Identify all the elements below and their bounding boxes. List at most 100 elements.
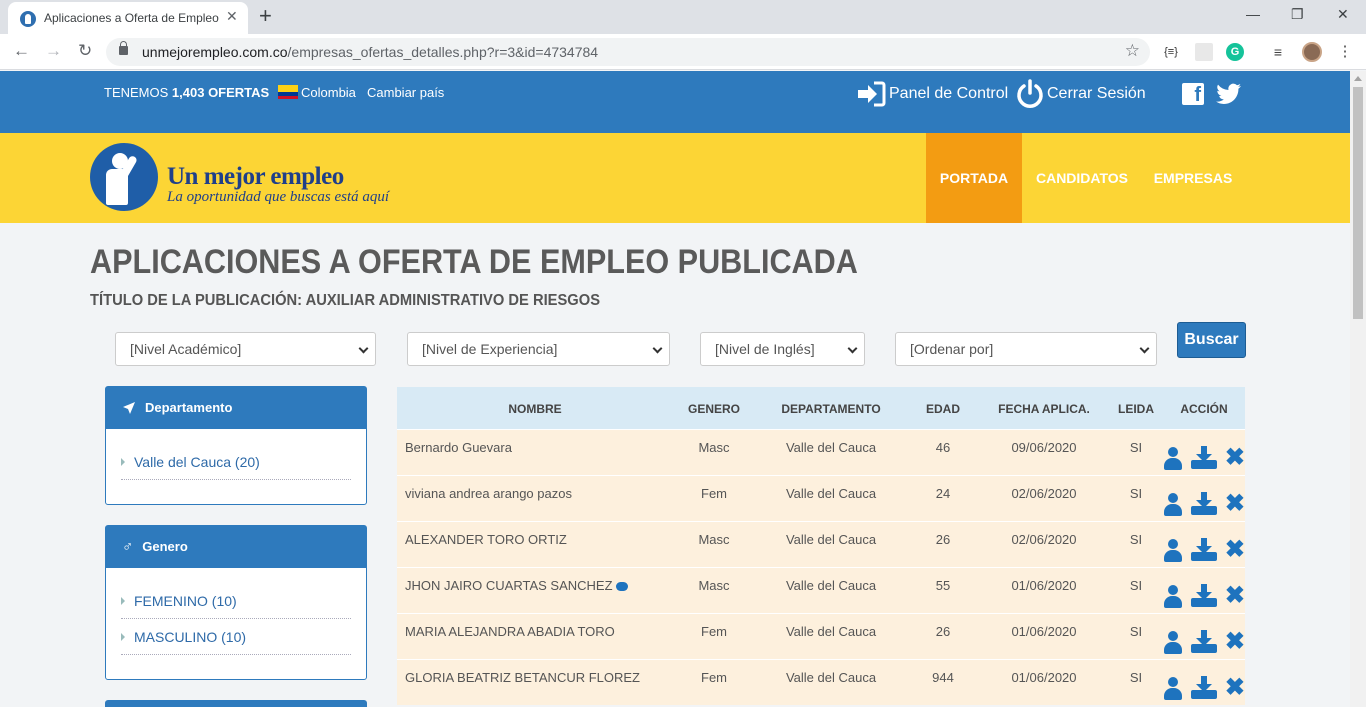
cell-date: 02/06/2020 <box>1011 486 1077 501</box>
academic-level-select[interactable]: [Nivel Académico] <box>115 332 376 366</box>
english-level-select[interactable]: [Nivel de Inglés] <box>700 332 865 366</box>
view-profile-icon[interactable] <box>1163 446 1182 470</box>
gender-filter-item-masculino[interactable]: MASCULINO (10) <box>121 619 351 655</box>
col-departamento[interactable]: DEPARTAMENTO <box>755 387 907 429</box>
view-profile-icon[interactable] <box>1163 538 1182 562</box>
next-filter <box>105 700 367 707</box>
page-scrollbar[interactable] <box>1350 71 1366 707</box>
back-icon[interactable]: ← <box>13 41 30 61</box>
col-fecha[interactable]: FECHA APLICA. <box>979 387 1109 429</box>
col-genero[interactable]: GENERO <box>673 387 755 429</box>
scrollbar-thumb[interactable] <box>1353 87 1363 319</box>
cell-read: SI <box>1129 578 1143 593</box>
menu-kebab-icon[interactable]: ⋮ <box>1336 43 1354 61</box>
cell-read: SI <box>1129 670 1143 685</box>
col-leida[interactable]: LEIDA <box>1109 387 1163 429</box>
comment-icon[interactable] <box>615 582 628 592</box>
department-filter-header: Departamento <box>106 387 366 429</box>
applications-table: NOMBRE GENERO DEPARTAMENTO EDAD FECHA AP… <box>397 387 1245 705</box>
facebook-icon[interactable]: f <box>1182 83 1204 105</box>
table-row: JHON JAIRO CUARTAS SANCHEZ Masc Valle de… <box>397 567 1245 613</box>
cell-name[interactable]: GLORIA BEATRIZ BETANCUR FLOREZ <box>397 660 673 705</box>
view-profile-icon[interactable] <box>1163 492 1182 516</box>
download-icon[interactable] <box>1191 537 1218 562</box>
download-icon[interactable] <box>1191 675 1218 700</box>
extension-grid-icon[interactable] <box>1195 43 1213 61</box>
nav-candidatos[interactable]: CANDIDATOS <box>1022 133 1142 223</box>
site-header: Un mejor empleo La oportunidad que busca… <box>0 133 1350 223</box>
cell-actions: ✖ <box>1163 476 1245 521</box>
delete-icon[interactable]: ✖ <box>1225 583 1245 608</box>
site-logo-icon[interactable] <box>90 143 158 211</box>
chevron-down-icon <box>358 343 369 354</box>
cell-date: 09/06/2020 <box>1011 440 1077 455</box>
cell-name[interactable]: JHON JAIRO CUARTAS SANCHEZ <box>397 568 673 613</box>
delete-icon[interactable]: ✖ <box>1225 445 1245 470</box>
reload-icon[interactable]: ↻ <box>78 41 92 61</box>
top-info-bar: TENEMOS 1,403 OFERTAS Colombia Cambiar p… <box>0 71 1350 133</box>
logout-link[interactable]: Cerrar Sesión <box>1016 79 1146 109</box>
cell-actions: ✖ <box>1163 568 1245 613</box>
delete-icon[interactable]: ✖ <box>1225 675 1245 700</box>
nav-empresas[interactable]: EMPRESAS <box>1142 133 1244 223</box>
cell-date: 01/06/2020 <box>1011 624 1077 639</box>
cell-date: 02/06/2020 <box>1011 532 1077 547</box>
cell-date: 01/06/2020 <box>1011 670 1077 685</box>
cell-dept: Valle del Cauca <box>785 532 877 547</box>
gender-filter-item-femenino[interactable]: FEMENINO (10) <box>121 583 351 619</box>
minimize-icon[interactable]: — <box>1246 6 1260 22</box>
gender-filter-header: ♂ Genero <box>106 526 366 568</box>
maximize-icon[interactable]: ❐ <box>1291 6 1304 23</box>
extension-code-icon[interactable]: {≡} <box>1162 43 1180 61</box>
change-country-link[interactable]: Cambiar país <box>367 85 444 100</box>
browser-tab-bar: Aplicaciones a Oferta de Empleo ✕ + — ❐ … <box>0 0 1366 34</box>
twitter-icon[interactable] <box>1216 83 1242 105</box>
cell-dept: Valle del Cauca <box>785 578 877 593</box>
cell-dept: Valle del Cauca <box>785 440 877 455</box>
logo-text[interactable]: Un mejor empleo <box>167 163 344 191</box>
col-nombre[interactable]: NOMBRE <box>397 387 673 429</box>
search-button[interactable]: Buscar <box>1177 322 1246 358</box>
view-profile-icon[interactable] <box>1163 676 1182 700</box>
view-profile-icon[interactable] <box>1163 584 1182 608</box>
cell-age: 26 <box>935 624 951 639</box>
cell-read: SI <box>1129 624 1143 639</box>
download-icon[interactable] <box>1191 445 1218 470</box>
scroll-up-icon[interactable] <box>1354 76 1362 81</box>
table-row: ALEXANDER TORO ORTIZ Masc Valle del Cauc… <box>397 521 1245 567</box>
forward-icon[interactable]: → <box>45 41 62 61</box>
logo-slogan: La oportunidad que buscas está aquí <box>167 189 390 205</box>
bookmark-star-icon[interactable]: ☆ <box>1125 41 1140 61</box>
download-icon[interactable] <box>1191 583 1218 608</box>
control-panel-link[interactable]: Panel de Control <box>856 81 1008 107</box>
grammarly-icon[interactable]: G <box>1226 43 1244 61</box>
country-label: Colombia <box>301 85 356 100</box>
table-row: Bernardo Guevara Masc Valle del Cauca 46… <box>397 429 1245 475</box>
profile-avatar[interactable] <box>1302 42 1322 62</box>
new-tab-icon[interactable]: + <box>259 4 272 28</box>
tab-close-icon[interactable]: ✕ <box>226 8 238 25</box>
cell-name[interactable]: viviana andrea arango pazos <box>397 476 673 521</box>
download-icon[interactable] <box>1191 491 1218 516</box>
view-profile-icon[interactable] <box>1163 630 1182 654</box>
url-input[interactable]: unmejorempleo.com.co/empresas_ofertas_de… <box>106 38 1150 66</box>
address-bar: ← → ↻ unmejorempleo.com.co/empresas_ofer… <box>0 34 1366 70</box>
col-edad[interactable]: EDAD <box>907 387 979 429</box>
browser-tab[interactable]: Aplicaciones a Oferta de Empleo ✕ <box>8 2 248 34</box>
delete-icon[interactable]: ✖ <box>1225 537 1245 562</box>
cell-age: 944 <box>932 670 954 685</box>
cell-name[interactable]: Bernardo Guevara <box>397 430 673 475</box>
window-close-icon[interactable]: ✕ <box>1337 6 1349 23</box>
nav-portada[interactable]: PORTADA <box>926 133 1022 223</box>
delete-icon[interactable]: ✖ <box>1225 629 1245 654</box>
power-icon <box>1017 79 1043 108</box>
chevron-down-icon <box>847 343 858 354</box>
media-queue-icon[interactable]: ≡ <box>1269 43 1287 61</box>
cell-name[interactable]: MARIA ALEJANDRA ABADIA TORO <box>397 614 673 659</box>
department-filter-item[interactable]: Valle del Cauca (20) <box>121 444 351 480</box>
delete-icon[interactable]: ✖ <box>1225 491 1245 516</box>
download-icon[interactable] <box>1191 629 1218 654</box>
order-by-select[interactable]: [Ordenar por] <box>895 332 1157 366</box>
cell-name[interactable]: ALEXANDER TORO ORTIZ <box>397 522 673 567</box>
experience-level-select[interactable]: [Nivel de Experiencia] <box>407 332 670 366</box>
